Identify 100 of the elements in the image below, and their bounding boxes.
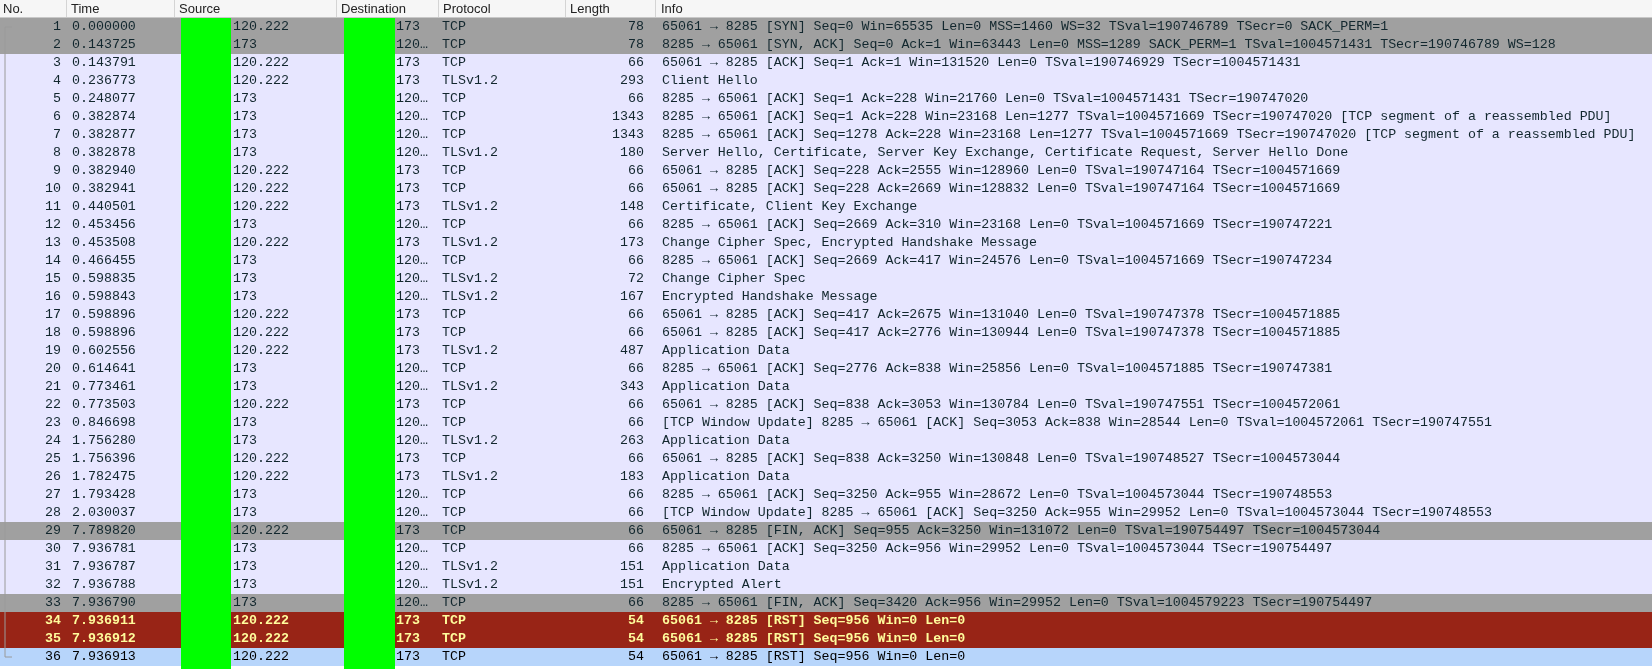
packet-row[interactable]: 32 7.936788 173 120… TLSv1.2 151 Encrypted Alert (0, 576, 1652, 594)
packet-time: 0.466455 (72, 253, 136, 268)
packet-row[interactable]: 14 0.466455 173 120… TCP 66 8285 → 65061 [ACK] Seq=2669 Ack=417 Win=24576 Len=0 TSval=1004571669 TSecr=190747234 (0, 252, 1652, 270)
protocol-name: TLSv1.2 (442, 199, 498, 214)
protocol-name: TCP (442, 253, 466, 268)
source-address: 120.222 (233, 55, 289, 70)
protocol-name: TCP (442, 397, 466, 412)
destination-address: 173 (396, 613, 420, 628)
packet-row[interactable]: 3 0.143791 120.222 173 TCP 66 65061 → 8285 [ACK] Seq=1 Ack=1 Win=131520 Len=0 TSval=190746929 TSecr=1004571431 (0, 54, 1652, 72)
packet-row[interactable]: 8 0.382878 173 120… TLSv1.2 180 Server Hello, Certificate, Server Key Exchange, Certificate Request, Server Hello Done (0, 144, 1652, 162)
column-header[interactable]: Info (661, 0, 683, 17)
packet-row[interactable]: 18 0.598896 120.222 173 TCP 66 65061 → 8285 [ACK] Seq=417 Ack=2776 Win=130944 Len=0 TSval=190747378 TSecr=1004571885 (0, 324, 1652, 342)
packet-info: [TCP Window Update] 8285 → 65061 [ACK] Seq=3250 Ack=955 Win=29952 Len=0 TSval=1004573044 TSecr=190748553 (662, 505, 1492, 520)
packet-number: 23 (45, 415, 61, 430)
protocol-name: TLSv1.2 (442, 469, 498, 484)
packet-time: 7.936911 (72, 613, 136, 628)
protocol-name: TLSv1.2 (442, 289, 498, 304)
source-address: 173 (233, 487, 257, 502)
packet-row[interactable]: 16 0.598843 173 120… TLSv1.2 167 Encrypted Handshake Message (0, 288, 1652, 306)
destination-address: 173 (396, 523, 420, 538)
source-address: 120.222 (233, 181, 289, 196)
packet-row[interactable]: 7 0.382877 173 120… TCP 1343 8285 → 65061 [ACK] Seq=1278 Ack=228 Win=23168 Len=1277 TSval=1004571669 TSecr=190747020 [TCP segment of a reassembled PDU] (0, 126, 1652, 144)
packet-info: 8285 → 65061 [ACK] Seq=3250 Ack=956 Win=29952 Len=0 TSval=1004573044 TSecr=190754497 (662, 541, 1333, 556)
packet-row[interactable]: 2 0.143725 173 120… TCP 78 8285 → 65061 [SYN, ACK] Seq=0 Ack=1 Win=63443 Len=0 MSS=1289 SACK_PERM=1 TSval=1004571431 TSecr=190746789 WS=128 (0, 36, 1652, 54)
protocol-name: TCP (442, 307, 466, 322)
packet-info: 65061 → 8285 [RST] Seq=956 Win=0 Len=0 (662, 613, 966, 628)
packet-info: 8285 → 65061 [ACK] Seq=1278 Ack=228 Win=23168 Len=1277 TSval=1004571669 TSecr=190747020 [TCP segment of a reassembled PDU] (662, 127, 1636, 142)
packet-info: Client Hello (662, 73, 758, 88)
destination-address: 120… (396, 145, 428, 160)
packet-row[interactable]: 29 7.789820 120.222 173 TCP 66 65061 → 8285 [FIN, ACK] Seq=955 Ack=3250 Win=131072 Len=0 TSval=190754497 TSecr=1004573044 (0, 522, 1652, 540)
column-header[interactable]: Time (71, 0, 100, 17)
packet-row[interactable]: 21 0.773461 173 120… TLSv1.2 343 Application Data (0, 378, 1652, 396)
packet-row[interactable]: 11 0.440501 120.222 173 TLSv1.2 148 Certificate, Client Key Exchange (0, 198, 1652, 216)
packet-row[interactable]: 28 2.030037 173 120… TCP 66 [TCP Window Update] 8285 → 65061 [ACK] Seq=3250 Ack=955 Win=29952 Len=0 TSval=1004573044 TSecr=190748553 (0, 504, 1652, 522)
packet-info: 65061 → 8285 [ACK] Seq=838 Ack=3053 Win=130784 Len=0 TSval=190747551 TSecr=1004572061 (662, 397, 1341, 412)
column-header[interactable]: No. (3, 0, 24, 17)
packet-info: 65061 → 8285 [ACK] Seq=417 Ack=2675 Win=131040 Len=0 TSval=190747378 TSecr=1004571885 (662, 307, 1341, 322)
packet-length: 1343 (612, 109, 644, 124)
column-header[interactable]: Length (570, 0, 610, 17)
packet-number: 1 (53, 19, 61, 34)
packet-length: 1343 (612, 127, 644, 142)
packet-row[interactable]: 1 0.000000 120.222 173 TCP 78 65061 → 8285 [SYN] Seq=0 Win=65535 Len=0 MSS=1460 WS=32 TSval=190746789 TSecr=0 SACK_PERM=1 (0, 18, 1652, 36)
packet-row[interactable]: 23 0.846698 173 120… TCP 66 [TCP Window Update] 8285 → 65061 [ACK] Seq=3053 Ack=838 Win=28544 Len=0 TSval=1004572061 TSecr=190747551 (0, 414, 1652, 432)
source-address: 173 (233, 361, 257, 376)
packet-row[interactable]: 27 1.793428 173 120… TCP 66 8285 → 65061 [ACK] Seq=3250 Ack=955 Win=28672 Len=0 TSval=1004573044 TSecr=190748553 (0, 486, 1652, 504)
packet-time: 0.614641 (72, 361, 136, 376)
packet-row[interactable]: 36 7.936913 120.222 173 TCP 54 65061 → 8285 [RST] Seq=956 Win=0 Len=0 (0, 648, 1652, 666)
protocol-name: TLSv1.2 (442, 235, 498, 250)
packet-row[interactable]: 22 0.773503 120.222 173 TCP 66 65061 → 8285 [ACK] Seq=838 Ack=3053 Win=130784 Len=0 TSval=190747551 TSecr=1004572061 (0, 396, 1652, 414)
packet-length: 66 (628, 361, 644, 376)
packet-number: 19 (45, 343, 61, 358)
packet-row[interactable]: 35 7.936912 120.222 173 TCP 54 65061 → 8285 [RST] Seq=956 Win=0 Len=0 (0, 630, 1652, 648)
packet-time: 0.598843 (72, 289, 136, 304)
source-address: 120.222 (233, 469, 289, 484)
packet-row[interactable]: 34 7.936911 120.222 173 TCP 54 65061 → 8285 [RST] Seq=956 Win=0 Len=0 (0, 612, 1652, 630)
packet-info: [TCP Window Update] 8285 → 65061 [ACK] Seq=3053 Ack=838 Win=28544 Len=0 TSval=1004572061 TSecr=190747551 (662, 415, 1492, 430)
packet-info: 65061 → 8285 [ACK] Seq=228 Ack=2555 Win=128960 Len=0 TSval=190747164 TSecr=1004571669 (662, 163, 1341, 178)
packet-number: 29 (45, 523, 61, 538)
packet-row[interactable]: 10 0.382941 120.222 173 TCP 66 65061 → 8285 [ACK] Seq=228 Ack=2669 Win=128832 Len=0 TSval=190747164 TSecr=1004571669 (0, 180, 1652, 198)
packet-row[interactable]: 26 1.782475 120.222 173 TLSv1.2 183 Application Data (0, 468, 1652, 486)
packet-length: 151 (620, 559, 644, 574)
packet-row[interactable]: 25 1.756396 120.222 173 TCP 66 65061 → 8285 [ACK] Seq=838 Ack=3250 Win=130848 Len=0 TSval=190748527 TSecr=1004573044 (0, 450, 1652, 468)
packet-row[interactable]: 5 0.248077 173 120… TCP 66 8285 → 65061 [ACK] Seq=1 Ack=228 Win=21760 Len=0 TSval=1004571431 TSecr=190747020 (0, 90, 1652, 108)
packet-row[interactable]: 24 1.756280 173 120… TLSv1.2 263 Application Data (0, 432, 1652, 450)
packet-row[interactable]: 31 7.936787 173 120… TLSv1.2 151 Application Data (0, 558, 1652, 576)
packet-time: 7.936788 (72, 577, 136, 592)
packet-time: 0.382877 (72, 127, 136, 142)
packet-length: 66 (628, 307, 644, 322)
packet-time: 0.773503 (72, 397, 136, 412)
protocol-name: TCP (442, 109, 466, 124)
packet-row[interactable]: 6 0.382874 173 120… TCP 1343 8285 → 65061 [ACK] Seq=1 Ack=228 Win=23168 Len=1277 TSval=1004571669 TSecr=190747020 [TCP segment of a reassembled PDU] (0, 108, 1652, 126)
destination-address: 173 (396, 451, 420, 466)
packet-time: 0.382941 (72, 181, 136, 196)
packet-info: 8285 → 65061 [ACK] Seq=2669 Ack=417 Win=24576 Len=0 TSval=1004571669 TSecr=190747234 (662, 253, 1333, 268)
destination-address: 173 (396, 343, 420, 358)
column-header[interactable]: Source (179, 0, 221, 17)
packet-number: 27 (45, 487, 61, 502)
destination-address: 120… (396, 217, 428, 232)
packet-row[interactable]: 33 7.936790 173 120… TCP 66 8285 → 65061 [FIN, ACK] Seq=3420 Ack=956 Win=29952 Len=0 TSval=1004579223 TSecr=190754497 (0, 594, 1652, 612)
destination-address: 173 (396, 649, 420, 664)
packet-time: 0.236773 (72, 73, 136, 88)
packet-time: 0.846698 (72, 415, 136, 430)
packet-row[interactable]: 4 0.236773 120.222 173 TLSv1.2 293 Client Hello (0, 72, 1652, 90)
packet-info: 8285 → 65061 [ACK] Seq=3250 Ack=955 Win=28672 Len=0 TSval=1004573044 TSecr=190748553 (662, 487, 1333, 502)
packet-row[interactable]: 15 0.598835 173 120… TLSv1.2 72 Change Cipher Spec (0, 270, 1652, 288)
column-header[interactable]: Protocol (443, 0, 491, 17)
packet-row[interactable]: 17 0.598896 120.222 173 TCP 66 65061 → 8285 [ACK] Seq=417 Ack=2675 Win=131040 Len=0 TSval=190747378 TSecr=1004571885 (0, 306, 1652, 324)
packet-row[interactable]: 9 0.382940 120.222 173 TCP 66 65061 → 8285 [ACK] Seq=228 Ack=2555 Win=128960 Len=0 TSval=190747164 TSecr=1004571669 (0, 162, 1652, 180)
packet-info: 65061 → 8285 [ACK] Seq=838 Ack=3250 Win=130848 Len=0 TSval=190748527 TSecr=1004573044 (662, 451, 1341, 466)
packet-time: 0.453508 (72, 235, 136, 250)
packet-row[interactable]: 19 0.602556 120.222 173 TLSv1.2 487 Application Data (0, 342, 1652, 360)
packet-row[interactable]: 30 7.936781 173 120… TCP 66 8285 → 65061 [ACK] Seq=3250 Ack=956 Win=29952 Len=0 TSval=1004573044 TSecr=190754497 (0, 540, 1652, 558)
destination-address: 173 (396, 631, 420, 646)
column-header[interactable]: Destination (341, 0, 407, 17)
packet-row[interactable]: 13 0.453508 120.222 173 TLSv1.2 173 Change Cipher Spec, Encrypted Handshake Message (0, 234, 1652, 252)
packet-row[interactable]: 12 0.453456 173 120… TCP 66 8285 → 65061 [ACK] Seq=2669 Ack=310 Win=23168 Len=0 TSval=1004571669 TSecr=190747221 (0, 216, 1652, 234)
packet-row[interactable]: 20 0.614641 173 120… TCP 66 8285 → 65061 [ACK] Seq=2776 Ack=838 Win=25856 Len=0 TSval=1004571885 TSecr=190747381 (0, 360, 1652, 378)
destination-address: 120… (396, 415, 428, 430)
packet-length: 66 (628, 325, 644, 340)
packet-number: 32 (45, 577, 61, 592)
